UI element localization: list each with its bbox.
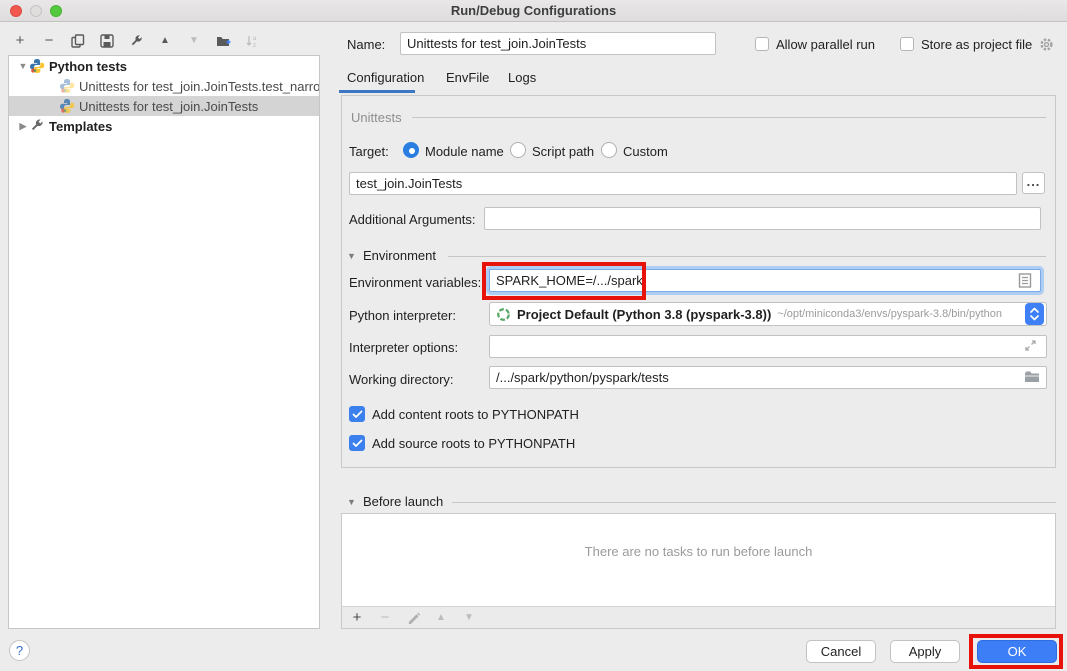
- environment-collapse-icon[interactable]: ▼: [347, 251, 356, 261]
- target-module-value: test_join.JoinTests: [356, 176, 1010, 191]
- radio-script-path-label: Script path: [532, 144, 594, 159]
- move-down-icon[interactable]: ▼: [186, 33, 202, 49]
- tree-item-unittest-jointests[interactable]: Unittests for test_join.JoinTests: [9, 96, 319, 116]
- tree-item-unittest-narrow[interactable]: Unittests for test_join.JoinTests.test_n…: [9, 76, 319, 96]
- move-task-up-icon[interactable]: ▲: [433, 610, 449, 626]
- expand-collapse-icon[interactable]: ▶: [17, 121, 29, 132]
- expand-collapse-icon[interactable]: ▼: [17, 61, 29, 71]
- tab-logs[interactable]: Logs: [508, 70, 536, 90]
- radio-module-name[interactable]: [403, 142, 419, 158]
- edit-task-pencil-icon[interactable]: [405, 610, 421, 626]
- python-interpreter-select[interactable]: Project Default (Python 3.8 (pyspark-3.8…: [489, 302, 1047, 326]
- name-input[interactable]: Unittests for test_join.JoinTests: [400, 32, 716, 55]
- name-label: Name:: [347, 37, 385, 52]
- group-divider: [412, 117, 1046, 118]
- before-launch-collapse-icon[interactable]: ▼: [347, 497, 356, 507]
- before-launch-toolbar: + − ▲ ▼: [342, 606, 1055, 628]
- titlebar: Run/Debug Configurations: [0, 0, 1067, 22]
- additional-arguments-label: Additional Arguments:: [349, 212, 475, 227]
- checkbox-icon: [900, 37, 914, 51]
- new-folder-icon[interactable]: [215, 33, 231, 49]
- checkbox-checked-icon: [349, 406, 365, 422]
- sort-configurations-icon[interactable]: az: [244, 33, 260, 49]
- conda-interpreter-icon: [496, 307, 511, 322]
- radio-module-name-label: Module name: [425, 144, 504, 159]
- configurations-toolbar: + − ▲ ▼ az: [12, 31, 260, 51]
- save-configuration-icon[interactable]: [99, 33, 115, 49]
- radio-custom[interactable]: [601, 142, 617, 158]
- environment-variables-value: SPARK_HOME=/.../spark: [496, 273, 1018, 288]
- tree-item-label: Unittests for test_join.JoinTests: [79, 99, 258, 114]
- python-interpreter-path: ~/opt/miniconda3/envs/pyspark-3.8/bin/py…: [777, 308, 1002, 320]
- checkbox-label: Add content roots to PYTHONPATH: [372, 407, 579, 422]
- svg-text:z: z: [253, 43, 256, 48]
- configurations-tree: ▼ Python tests Unittests for test_join.J…: [8, 55, 320, 629]
- move-up-icon[interactable]: ▲: [157, 33, 173, 49]
- edit-variables-list-icon[interactable]: [1018, 273, 1034, 289]
- group-divider: [448, 256, 1046, 257]
- tree-item-label: Templates: [49, 119, 112, 134]
- apply-button[interactable]: Apply: [890, 640, 960, 663]
- checkbox-label: Add source roots to PYTHONPATH: [372, 436, 575, 451]
- environment-variables-input[interactable]: SPARK_HOME=/.../spark: [489, 269, 1041, 292]
- checkbox-label: Store as project file: [921, 37, 1032, 52]
- allow-parallel-run-checkbox[interactable]: Allow parallel run: [755, 36, 875, 52]
- add-configuration-button[interactable]: +: [12, 33, 28, 49]
- browse-module-button[interactable]: ...: [1022, 172, 1045, 194]
- interpreter-options-input[interactable]: [489, 335, 1047, 358]
- python-tests-icon: [29, 58, 45, 74]
- tree-item-label: Unittests for test_join.JoinTests.test_n…: [79, 79, 319, 94]
- environment-variables-label: Environment variables:: [349, 275, 481, 290]
- python-interpreter-value: Project Default (Python 3.8 (pyspark-3.8…: [517, 307, 771, 322]
- python-interpreter-label: Python interpreter:: [349, 308, 456, 323]
- working-directory-label: Working directory:: [349, 372, 454, 387]
- before-launch-task-list: There are no tasks to run before launch …: [341, 513, 1056, 629]
- checkbox-icon: [755, 37, 769, 51]
- store-as-project-file-checkbox[interactable]: Store as project file: [900, 36, 1054, 52]
- window-title: Run/Debug Configurations: [0, 3, 1067, 18]
- radio-custom-label: Custom: [623, 144, 668, 159]
- active-tab-indicator: [339, 90, 415, 93]
- tree-item-templates[interactable]: ▶ Templates: [9, 116, 319, 136]
- working-directory-input[interactable]: /.../spark/python/pyspark/tests: [489, 366, 1047, 389]
- checkbox-checked-icon: [349, 435, 365, 451]
- name-value: Unittests for test_join.JoinTests: [407, 36, 709, 51]
- interpreter-options-label: Interpreter options:: [349, 340, 458, 355]
- edit-templates-wrench-icon[interactable]: [128, 33, 144, 49]
- remove-configuration-button[interactable]: −: [41, 33, 57, 49]
- add-content-roots-checkbox[interactable]: Add content roots to PYTHONPATH: [349, 406, 579, 422]
- group-divider: [452, 502, 1056, 503]
- checkbox-label: Allow parallel run: [776, 37, 875, 52]
- before-launch-empty-text: There are no tasks to run before launch: [342, 544, 1055, 559]
- interpreter-dropdown-stepper-icon[interactable]: [1025, 303, 1044, 325]
- add-task-button[interactable]: +: [349, 610, 365, 626]
- target-label: Target:: [349, 144, 389, 159]
- help-button[interactable]: ?: [9, 640, 30, 661]
- cancel-button[interactable]: Cancel: [806, 640, 876, 663]
- unittests-group-title: Unittests: [351, 110, 402, 125]
- move-task-down-icon[interactable]: ▼: [461, 610, 477, 626]
- add-source-roots-checkbox[interactable]: Add source roots to PYTHONPATH: [349, 435, 575, 451]
- tab-configuration[interactable]: Configuration: [347, 70, 424, 90]
- remove-task-button[interactable]: −: [377, 610, 393, 626]
- store-settings-gear-icon[interactable]: [1039, 37, 1054, 52]
- additional-arguments-input[interactable]: [484, 207, 1041, 230]
- templates-wrench-icon: [29, 118, 45, 134]
- copy-configuration-icon[interactable]: [70, 33, 86, 49]
- python-test-config-icon: [59, 98, 75, 114]
- before-launch-title: Before launch: [363, 494, 443, 509]
- svg-text:a: a: [253, 36, 257, 42]
- tab-envfile[interactable]: EnvFile: [446, 70, 489, 90]
- working-directory-value: /.../spark/python/pyspark/tests: [496, 370, 1024, 385]
- browse-folder-icon[interactable]: [1024, 370, 1040, 386]
- target-module-input[interactable]: test_join.JoinTests: [349, 172, 1017, 195]
- ok-button[interactable]: OK: [977, 640, 1057, 663]
- tree-item-label: Python tests: [49, 59, 127, 74]
- environment-section-title: Environment: [363, 248, 436, 263]
- radio-script-path[interactable]: [510, 142, 526, 158]
- expand-field-icon[interactable]: [1024, 339, 1040, 355]
- tree-item-python-tests[interactable]: ▼ Python tests: [9, 56, 319, 76]
- run-debug-configurations-dialog: Run/Debug Configurations + − ▲ ▼ az ▼ Py: [0, 0, 1067, 671]
- python-test-config-icon: [59, 78, 75, 94]
